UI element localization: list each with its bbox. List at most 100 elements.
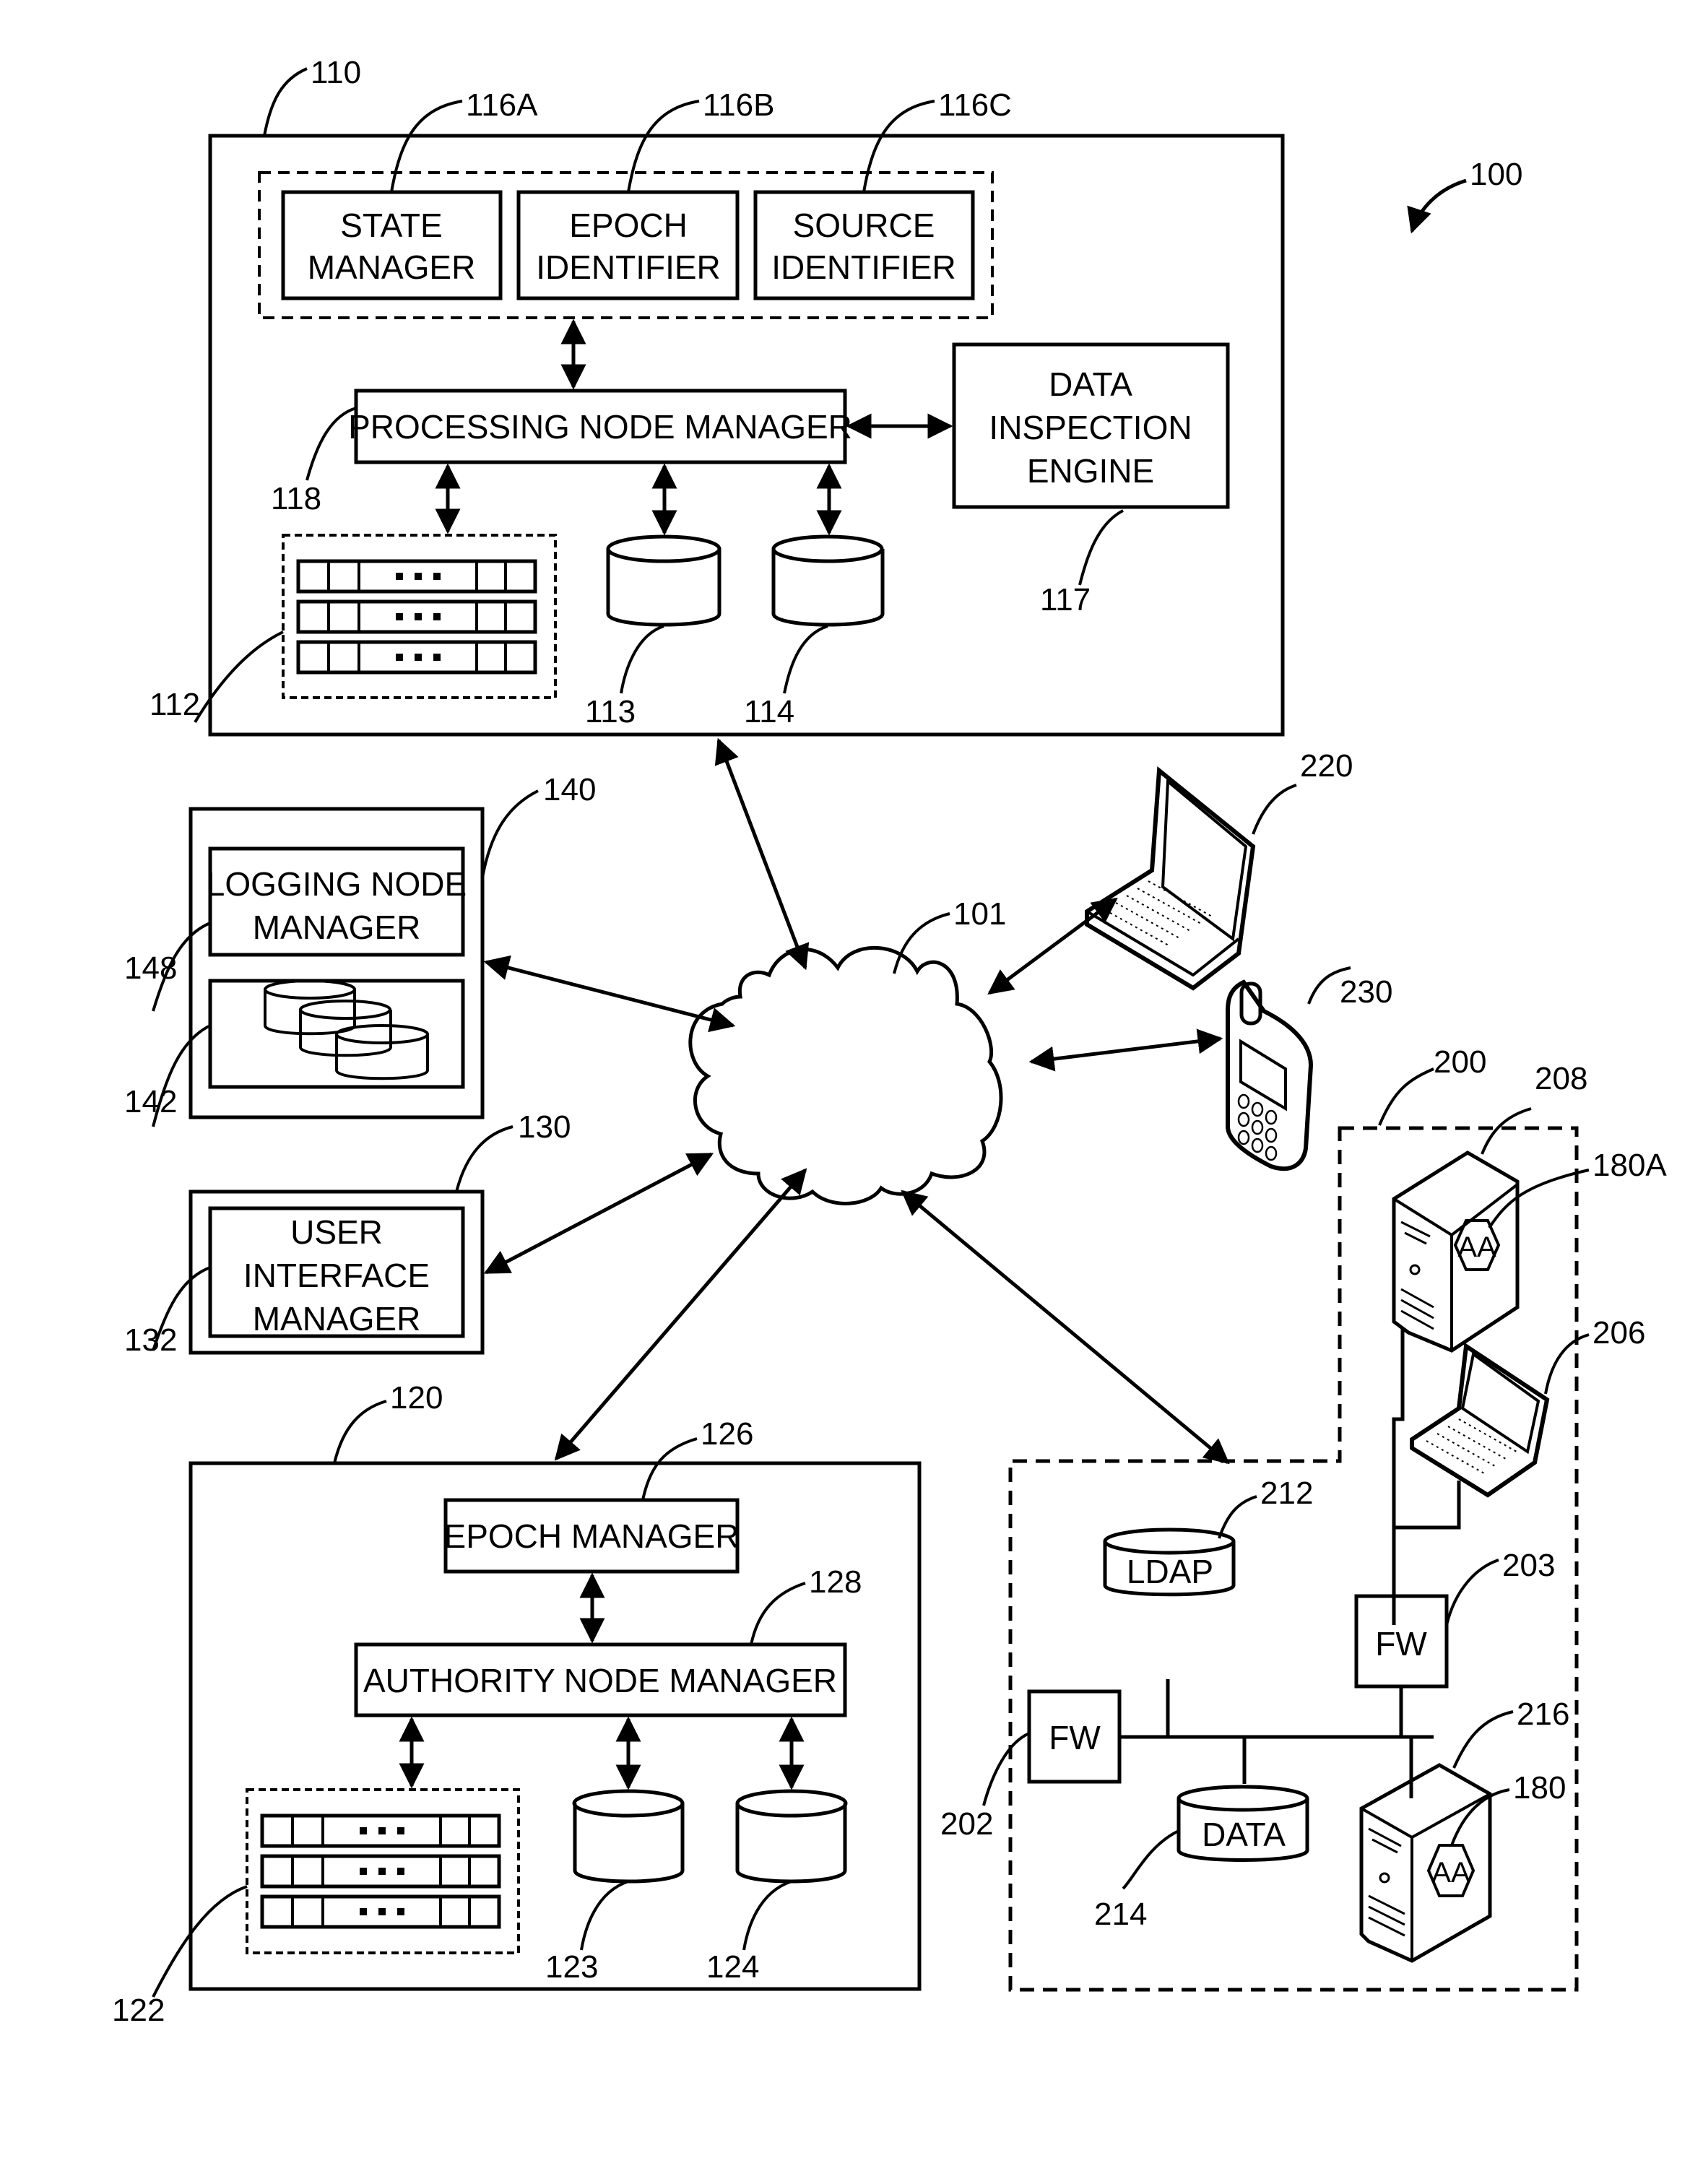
rack-unit	[260, 1894, 501, 1929]
laptop-icon	[1085, 766, 1256, 991]
rack-unit	[296, 640, 537, 675]
ref-label: 130	[518, 1109, 571, 1145]
server-216[interactable]: AA	[1359, 1763, 1492, 1963]
data-datastore-214[interactable]: DATA	[1176, 1785, 1309, 1862]
datastore-114[interactable]	[771, 534, 885, 627]
system-diagram: 100 110 STATE MANAGER 116A EPOCH IDENTIF…	[112, 55, 1667, 2028]
datastore-123[interactable]	[572, 1789, 685, 1884]
log-storage-box[interactable]	[208, 979, 465, 1089]
logging-system-140: 140 LOGGING NODE MANAGER 148 142	[124, 772, 596, 1127]
box-label-line: IDENTIFIER	[536, 248, 721, 286]
agent-hexagon-icon: AA	[1453, 1219, 1501, 1271]
datastore-124[interactable]	[735, 1789, 848, 1884]
ldap-label: LDAP	[1127, 1553, 1213, 1590]
network-cloud-101[interactable]	[688, 945, 1003, 1205]
enterprise-network-200: 200 AA 208 180A 206 FW 203 FW 202 LDAP 2…	[940, 1044, 1667, 1992]
firewall-203[interactable]: FW	[1354, 1594, 1449, 1689]
ref-label: 114	[744, 694, 794, 729]
logging-node-manager-box[interactable]: LOGGING NODE MANAGER	[207, 846, 467, 957]
log-database-icon	[264, 979, 429, 1080]
laptop-icon	[1410, 1342, 1550, 1498]
ref-label: 180A	[1592, 1148, 1667, 1183]
epoch-manager-box[interactable]: EPOCH MANAGER	[443, 1498, 740, 1574]
ref-label: 116A	[466, 87, 538, 123]
identifier-group	[258, 171, 994, 319]
data-label: DATA	[1202, 1816, 1286, 1853]
box-label-line: LOGGING NODE	[207, 865, 467, 903]
ref-label: 208	[1535, 1061, 1587, 1096]
ref-label: 112	[150, 687, 200, 722]
ref-label: 142	[124, 1084, 177, 1119]
state-manager-box[interactable]: STATE MANAGER	[281, 190, 503, 300]
laptop-206[interactable]	[1410, 1342, 1550, 1498]
server-rack-122[interactable]	[246, 1788, 520, 1954]
ref-label: 117	[1040, 582, 1091, 618]
ref-label: 203	[1502, 1548, 1555, 1583]
rack-unit	[296, 559, 537, 594]
server-rack-112[interactable]	[282, 534, 557, 699]
box-label-line: INTERFACE	[243, 1257, 430, 1294]
box-label: AUTHORITY NODE MANAGER	[363, 1662, 837, 1699]
agent-label: AA	[1457, 1231, 1496, 1263]
box-label-line: MANAGER	[253, 1300, 421, 1338]
box-label-line: DATA	[1049, 365, 1132, 403]
ref-label: 100	[1470, 157, 1522, 192]
server-208[interactable]: AA	[1392, 1150, 1520, 1353]
box-label-line: STATE	[340, 207, 442, 244]
datastore-113[interactable]	[606, 534, 722, 627]
ref-label: 230	[1340, 974, 1392, 1010]
rack-unit	[296, 599, 537, 634]
ldap-datastore-212[interactable]: LDAP	[1103, 1528, 1236, 1597]
rack-unit	[260, 1854, 501, 1889]
mobile-phone-icon	[1226, 979, 1314, 1171]
ref-label: 148	[124, 950, 177, 986]
ref-label: 116C	[938, 87, 1012, 123]
link-140-network	[483, 955, 736, 1033]
ref-label: 122	[112, 1993, 165, 2028]
phone-230[interactable]	[1226, 979, 1314, 1171]
ref-label: 220	[1300, 748, 1353, 784]
ref-label: 200	[1434, 1044, 1486, 1080]
box-label-line: USER	[290, 1213, 383, 1251]
ref-label: 118	[271, 481, 321, 516]
box-label-line: SOURCE	[793, 207, 935, 244]
ref-label: 202	[940, 1806, 993, 1842]
box-label-line: MANAGER	[253, 909, 421, 946]
ref-label: 212	[1260, 1476, 1313, 1511]
ref-label: 120	[390, 1380, 443, 1416]
ref-label: 140	[543, 772, 596, 807]
authority-system-120: 120 EPOCH MANAGER 126 AUTHORITY NODE MAN…	[112, 1380, 922, 2028]
authority-node-manager-box[interactable]: AUTHORITY NODE MANAGER	[354, 1642, 847, 1717]
data-inspection-engine-box[interactable]: DATA INSPECTION ENGINE	[952, 342, 1230, 509]
box-label-line: IDENTIFIER	[771, 248, 956, 286]
link-130-network	[483, 1152, 714, 1275]
box-label: PROCESSING NODE MANAGER	[348, 408, 852, 446]
link-phone-network	[1028, 1028, 1223, 1072]
source-identifier-box[interactable]: SOURCE IDENTIFIER	[753, 190, 975, 300]
ref-label: 124	[706, 1949, 759, 1985]
link-laptop-network	[987, 897, 1118, 995]
ui-system-130: 130 USER INTERFACE MANAGER 132	[124, 1109, 571, 1358]
link-120-network	[554, 1168, 807, 1461]
figure-reference-100: 100	[1407, 157, 1522, 234]
agent-hexagon-icon: AA	[1426, 1844, 1476, 1897]
processing-node-manager-box[interactable]: PROCESSING NODE MANAGER	[348, 389, 852, 464]
user-interface-manager-box[interactable]: USER INTERFACE MANAGER	[208, 1206, 465, 1338]
firewall-202[interactable]: FW	[1027, 1689, 1122, 1784]
ref-label: 116B	[703, 87, 775, 123]
box-label-line: ENGINE	[1027, 452, 1154, 490]
firewall-label: FW	[1049, 1719, 1101, 1756]
ref-label: 110	[311, 55, 361, 90]
ref-label: 113	[585, 694, 636, 729]
box-label-line: INSPECTION	[989, 409, 1192, 446]
epoch-identifier-box[interactable]: EPOCH IDENTIFIER	[516, 190, 740, 300]
link-110-network	[714, 737, 810, 971]
processing-system-110: 110 STATE MANAGER 116A EPOCH IDENTIFIER …	[150, 55, 1285, 737]
ref-label: 123	[545, 1949, 598, 1985]
ref-label: 126	[701, 1416, 753, 1452]
box-label: EPOCH MANAGER	[444, 1517, 740, 1555]
ref-label: 216	[1517, 1696, 1569, 1732]
ref-label: 132	[124, 1322, 177, 1358]
laptop-220[interactable]	[1085, 766, 1256, 991]
box-label-line: MANAGER	[308, 248, 476, 286]
